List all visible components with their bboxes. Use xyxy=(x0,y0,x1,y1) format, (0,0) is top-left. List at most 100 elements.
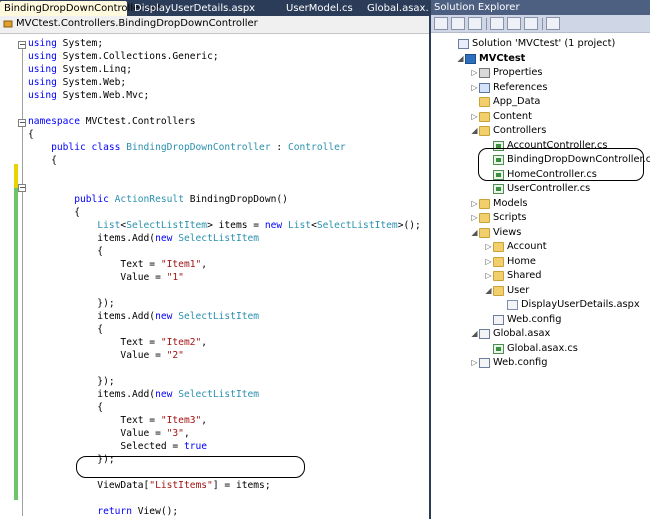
folder-icon xyxy=(479,198,490,209)
tree-node-label: Scripts xyxy=(493,212,527,223)
properties-icon[interactable] xyxy=(434,17,448,30)
code-line[interactable]: Text = "Item3", xyxy=(28,414,207,427)
code-token: BindingDropDownController xyxy=(126,142,271,153)
code-line[interactable]: }); xyxy=(28,375,114,388)
code-token: System; xyxy=(56,38,104,49)
view-designer-icon[interactable] xyxy=(507,17,521,30)
code-line[interactable]: { xyxy=(28,128,34,141)
code-line[interactable]: { xyxy=(28,323,103,336)
collapse-icon[interactable]: − xyxy=(18,184,26,192)
code-line[interactable]: { xyxy=(28,154,57,167)
type-navigation-bar[interactable]: MVCtest.Controllers.BindingDropDownContr… xyxy=(0,16,429,34)
code-token: "3" xyxy=(166,428,184,439)
code-line[interactable]: Selected = true xyxy=(28,440,207,453)
code-line[interactable]: using System.Collections.Generic; xyxy=(28,50,219,63)
collapsed-arrow-icon[interactable]: ▷ xyxy=(485,269,492,283)
code-line[interactable]: { xyxy=(28,206,80,219)
tree-node-label: Views xyxy=(493,226,522,238)
code-line[interactable]: List<SelectListItem> items = new List<Se… xyxy=(28,219,421,232)
code-line[interactable]: items.Add(new SelectListItem xyxy=(28,232,259,245)
folder-icon xyxy=(479,97,490,107)
folder-icon xyxy=(493,271,504,281)
code-line[interactable]: { xyxy=(28,245,103,258)
code-token: MVCtest.Controllers xyxy=(79,116,196,127)
code-token: using xyxy=(28,38,57,49)
show-all-files-icon[interactable] xyxy=(451,17,465,30)
class-diagram-icon[interactable] xyxy=(524,17,538,30)
code-token: , xyxy=(183,428,190,439)
code-token: new xyxy=(155,311,173,322)
code-line[interactable]: }); xyxy=(28,297,115,310)
annotation-oval-controllers xyxy=(478,148,644,181)
tree-node-label: MVCtest xyxy=(479,52,526,64)
code-editor-pane[interactable]: BindingDropDownController.cs* DisplayUse… xyxy=(0,0,429,519)
collapsed-arrow-icon[interactable]: ▷ xyxy=(485,255,492,269)
folder-icon xyxy=(479,213,490,223)
code-token: List xyxy=(287,220,312,231)
expanded-arrow-icon[interactable]: ◢ xyxy=(471,124,478,138)
code-token: { xyxy=(28,324,104,335)
code-token: , xyxy=(201,415,208,426)
code-token: Text = xyxy=(28,415,161,426)
tab-global-asax-cs[interactable]: Global.asax.cs xyxy=(363,1,429,16)
code-token: SelectListItem xyxy=(178,389,260,400)
folder-icon xyxy=(493,256,504,267)
editor-gutter xyxy=(0,34,14,519)
code-token: Value = xyxy=(28,428,167,439)
code-line[interactable]: public ActionResult BindingDropDown() xyxy=(28,193,288,206)
code-token: return xyxy=(97,506,132,517)
tab-label: DisplayUserDetails.aspx xyxy=(134,3,256,14)
code-token: new xyxy=(155,233,173,244)
collapsed-arrow-icon[interactable]: ▷ xyxy=(471,81,478,95)
code-token: }); xyxy=(28,298,115,309)
expanded-arrow-icon[interactable]: ◢ xyxy=(471,327,478,341)
collapsed-arrow-icon[interactable]: ▷ xyxy=(471,211,478,225)
outline-guide xyxy=(22,46,23,516)
code-token: Text = xyxy=(28,337,161,348)
collapse-icon[interactable]: − xyxy=(18,41,26,49)
copy-website-icon[interactable] xyxy=(546,17,560,30)
code-line[interactable]: items.Add(new SelectListItem xyxy=(28,388,259,401)
refresh-icon[interactable] xyxy=(468,17,482,30)
code-line[interactable]: Value = "2" xyxy=(28,349,184,362)
tab-usermodel[interactable]: UserModel.cs xyxy=(282,1,357,16)
expanded-arrow-icon[interactable]: ◢ xyxy=(471,226,478,240)
folder-icon xyxy=(479,227,490,238)
tree-node-label: References xyxy=(493,81,548,93)
code-token: SelectListItem xyxy=(316,220,398,231)
view-code-icon[interactable] xyxy=(490,17,504,30)
expanded-arrow-icon[interactable]: ◢ xyxy=(457,52,464,66)
code-line[interactable]: { xyxy=(28,401,103,414)
code-line[interactable]: ViewData["ListItems"] = items; xyxy=(28,479,270,492)
collapse-icon[interactable]: − xyxy=(18,119,26,127)
code-token: items.Add( xyxy=(28,233,156,244)
toolbar-separator xyxy=(542,18,543,30)
collapsed-arrow-icon[interactable]: ▷ xyxy=(471,197,478,211)
code-line[interactable]: using System.Web; xyxy=(28,76,126,89)
code-token: System.Web.Mvc; xyxy=(56,90,150,101)
toolbar-separator xyxy=(486,18,487,30)
expanded-arrow-icon[interactable]: ◢ xyxy=(485,284,492,298)
collapsed-arrow-icon[interactable]: ▷ xyxy=(471,66,478,80)
collapsed-arrow-icon[interactable]: ▷ xyxy=(471,356,478,370)
collapsed-arrow-icon[interactable]: ▷ xyxy=(485,240,492,254)
tab-bindingdropdowncontroller[interactable]: BindingDropDownController.cs* xyxy=(0,1,161,16)
code-line[interactable]: Text = "Item1", xyxy=(28,258,207,271)
code-line[interactable]: Text = "Item2", xyxy=(28,336,207,349)
tab-label: Global.asax.cs xyxy=(367,3,429,14)
code-line[interactable]: namespace MVCtest.Controllers xyxy=(28,115,196,128)
code-line[interactable]: Value = "1" xyxy=(28,271,184,284)
code-line[interactable]: using System.Linq; xyxy=(28,63,132,76)
code-line[interactable]: Value = "3", xyxy=(28,427,190,440)
collapsed-arrow-icon[interactable]: ▷ xyxy=(471,110,478,124)
tab-displayuserdetails[interactable]: DisplayUserDetails.aspx xyxy=(130,1,259,16)
code-line[interactable]: items.Add(new SelectListItem xyxy=(28,310,259,323)
code-line[interactable]: using System; xyxy=(28,37,103,50)
code-token: { xyxy=(28,402,104,413)
code-line[interactable]: public class BindingDropDownController :… xyxy=(28,141,346,154)
nav-path: MVCtest.Controllers.BindingDropDownContr… xyxy=(16,18,258,29)
code-token: View(); xyxy=(131,506,179,517)
code-line[interactable]: return View(); xyxy=(28,505,178,518)
solution-explorer-title: Solution Explorer xyxy=(431,0,650,15)
code-line[interactable]: using System.Web.Mvc; xyxy=(28,89,149,102)
